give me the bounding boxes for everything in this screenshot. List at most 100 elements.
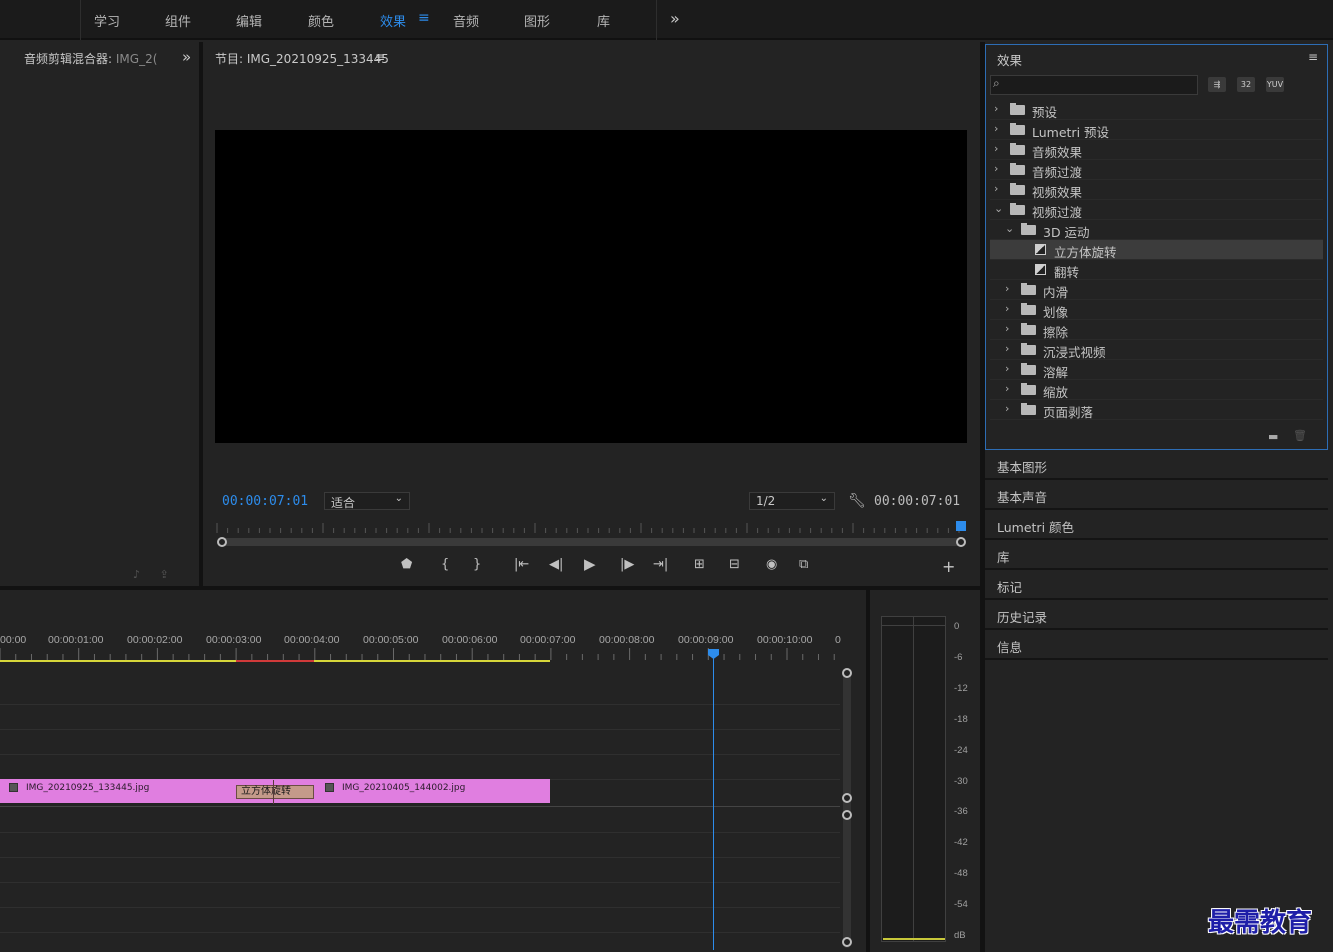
wrench-icon[interactable]: 🔧︎ <box>848 493 866 509</box>
mixer-panel-title[interactable]: 音频剪辑混合器: IMG_2( <box>24 50 157 67</box>
go-to-in-icon[interactable]: |⇤ <box>514 557 529 572</box>
program-monitor-title[interactable]: 节目: IMG_20210925_133445 <box>215 50 389 67</box>
effect-bin-item[interactable]: › 缩放 <box>990 380 1323 400</box>
chevron-down-icon[interactable]: ⌄ <box>994 202 1003 215</box>
panel-menu-icon[interactable]: ≡ <box>1308 50 1318 64</box>
play-icon[interactable]: ▶ <box>584 555 596 573</box>
effect-bin-item[interactable]: › 沉浸式视频 <box>990 340 1323 360</box>
ruler-timecode-label: 00:00:03:00 <box>206 634 262 646</box>
effect-bin-item[interactable]: › 音频过渡 <box>990 160 1323 180</box>
chevron-right-icon[interactable]: › <box>994 182 998 195</box>
camera-icon[interactable]: ◉ <box>766 557 777 572</box>
workspace-tab-learn[interactable]: 学习 <box>94 11 120 30</box>
yuv-effects-icon[interactable]: YUV <box>1266 77 1284 92</box>
panel-overflow-icon[interactable]: » <box>182 48 191 66</box>
effect-bin-item[interactable]: › 视频效果 <box>990 180 1323 200</box>
workspace-overflow-icon[interactable]: » <box>670 9 680 28</box>
workspace-tab-graphics[interactable]: 图形 <box>524 11 550 30</box>
workspace-tab-effects[interactable]: 效果 <box>380 11 406 30</box>
effect-item[interactable]: 立方体旋转 <box>990 240 1323 260</box>
scrollbar-handle[interactable] <box>842 793 852 803</box>
clip-name[interactable]: IMG_20210925_133445.jpg <box>26 783 149 793</box>
workspace-tab-audio[interactable]: 音频 <box>453 11 479 30</box>
step-back-icon[interactable]: ◀| <box>549 557 563 572</box>
effect-bin-item[interactable]: › 内滑 <box>990 280 1323 300</box>
effects-panel-title[interactable]: 效果 <box>997 50 1022 69</box>
scrollbar-handle[interactable] <box>842 668 852 678</box>
panel-info[interactable]: 信息 <box>985 630 1328 660</box>
chevron-right-icon[interactable]: › <box>1005 302 1009 315</box>
workspace-tab-assembly[interactable]: 组件 <box>165 11 191 30</box>
panel-essential-sound[interactable]: 基本声音 <box>985 480 1328 510</box>
video-audio-divider <box>0 806 840 807</box>
playhead-timecode[interactable]: 00:00:07:01 <box>222 494 308 509</box>
program-zoom-scrollbar[interactable] <box>222 538 962 546</box>
scrollbar-start-handle[interactable] <box>217 537 227 547</box>
folder-icon <box>1021 283 1036 295</box>
chevron-right-icon[interactable]: › <box>1005 282 1009 295</box>
32-bit-color-icon[interactable]: 32 <box>1237 77 1255 92</box>
transition-clip[interactable]: 立方体旋转 <box>236 785 314 799</box>
program-video-frame[interactable] <box>215 130 967 443</box>
effect-bin-item[interactable]: ⌄ 视频过渡 <box>990 200 1323 220</box>
effect-bin-item[interactable]: ⌄ 3D 运动 <box>990 220 1323 240</box>
clip-name[interactable]: IMG_20210405_144002.jpg <box>342 783 465 793</box>
trash-icon[interactable]: 🗑︎ <box>1293 429 1307 442</box>
panel-libraries[interactable]: 库 <box>985 540 1328 570</box>
panel-essential-graphics[interactable]: 基本图形 <box>985 450 1328 480</box>
effect-item[interactable]: 翻转 <box>990 260 1323 280</box>
timeline-vertical-scrollbar[interactable] <box>843 668 851 948</box>
chevron-right-icon[interactable]: › <box>994 122 998 135</box>
effect-bin-item[interactable]: › 溶解 <box>990 360 1323 380</box>
chevron-right-icon[interactable]: › <box>1005 342 1009 355</box>
chevron-down-icon[interactable]: ⌄ <box>1005 222 1014 235</box>
panel-markers[interactable]: 标记 <box>985 570 1328 600</box>
workspace-tab-color[interactable]: 颜色 <box>308 11 334 30</box>
scrollbar-end-handle[interactable] <box>956 537 966 547</box>
chevron-right-icon[interactable]: › <box>1005 362 1009 375</box>
chevron-right-icon[interactable]: › <box>1005 322 1009 335</box>
new-bin-icon[interactable]: ▬ <box>1268 430 1278 443</box>
ruler-timecode-label: 00:00:08:00 <box>599 634 655 646</box>
mark-in-icon[interactable]: { <box>441 557 449 572</box>
button-editor-plus-icon[interactable]: + <box>942 557 955 576</box>
scrollbar-handle[interactable] <box>842 810 852 820</box>
chevron-right-icon[interactable]: › <box>1005 402 1009 415</box>
effects-search-input[interactable] <box>990 75 1198 95</box>
workspace-tab-editing[interactable]: 编辑 <box>236 11 262 30</box>
effect-bin-item[interactable]: › Lumetri 预设 <box>990 120 1323 140</box>
effect-bin-item[interactable]: › 划像 <box>990 300 1323 320</box>
workspace-tab-libraries[interactable]: 库 <box>597 11 610 30</box>
panel-menu-icon[interactable]: ≡ <box>375 50 385 64</box>
chevron-right-icon[interactable]: › <box>994 142 998 155</box>
chevron-right-icon[interactable]: › <box>1005 382 1009 395</box>
mark-out-icon[interactable]: } <box>473 557 481 572</box>
step-forward-icon[interactable]: |▶ <box>620 557 634 572</box>
effect-bin-item[interactable]: › 预设 <box>990 100 1323 120</box>
mixer-title-label: 音频剪辑混合器: <box>24 52 113 66</box>
track-divider <box>0 857 840 858</box>
add-marker-icon[interactable]: ⬟ <box>401 557 412 572</box>
folder-icon <box>1021 223 1036 235</box>
chevron-right-icon[interactable]: › <box>994 102 998 115</box>
scrollbar-handle[interactable] <box>842 937 852 947</box>
extract-icon[interactable]: ⊟ <box>729 557 740 572</box>
panel-history[interactable]: 历史记录 <box>985 600 1328 630</box>
fx-badge-icon <box>325 783 334 792</box>
go-to-out-icon[interactable]: ⇥| <box>653 557 668 572</box>
zoom-level-select[interactable]: 适合 ⌄ <box>324 492 410 510</box>
program-time-ruler[interactable] <box>215 522 967 534</box>
effect-bin-item[interactable]: › 音频效果 <box>990 140 1323 160</box>
playback-resolution-select[interactable]: 1/2 ⌄ <box>749 492 835 510</box>
folder-icon <box>1021 343 1036 355</box>
effect-bin-item[interactable]: › 擦除 <box>990 320 1323 340</box>
effect-bin-item[interactable]: › 页面剥落 <box>990 400 1323 420</box>
chevron-right-icon[interactable]: › <box>994 162 998 175</box>
program-playhead-marker[interactable] <box>956 521 966 531</box>
panel-lumetri-color[interactable]: Lumetri 颜色 <box>985 510 1328 540</box>
workspace-menu-icon[interactable]: ≡ <box>418 10 430 26</box>
accelerated-effects-icon[interactable]: ⇶ <box>1208 77 1226 92</box>
lift-icon[interactable]: ⊞ <box>694 557 705 572</box>
workspace-separator <box>80 0 81 40</box>
comparison-view-icon[interactable]: ⧉ <box>799 557 808 572</box>
